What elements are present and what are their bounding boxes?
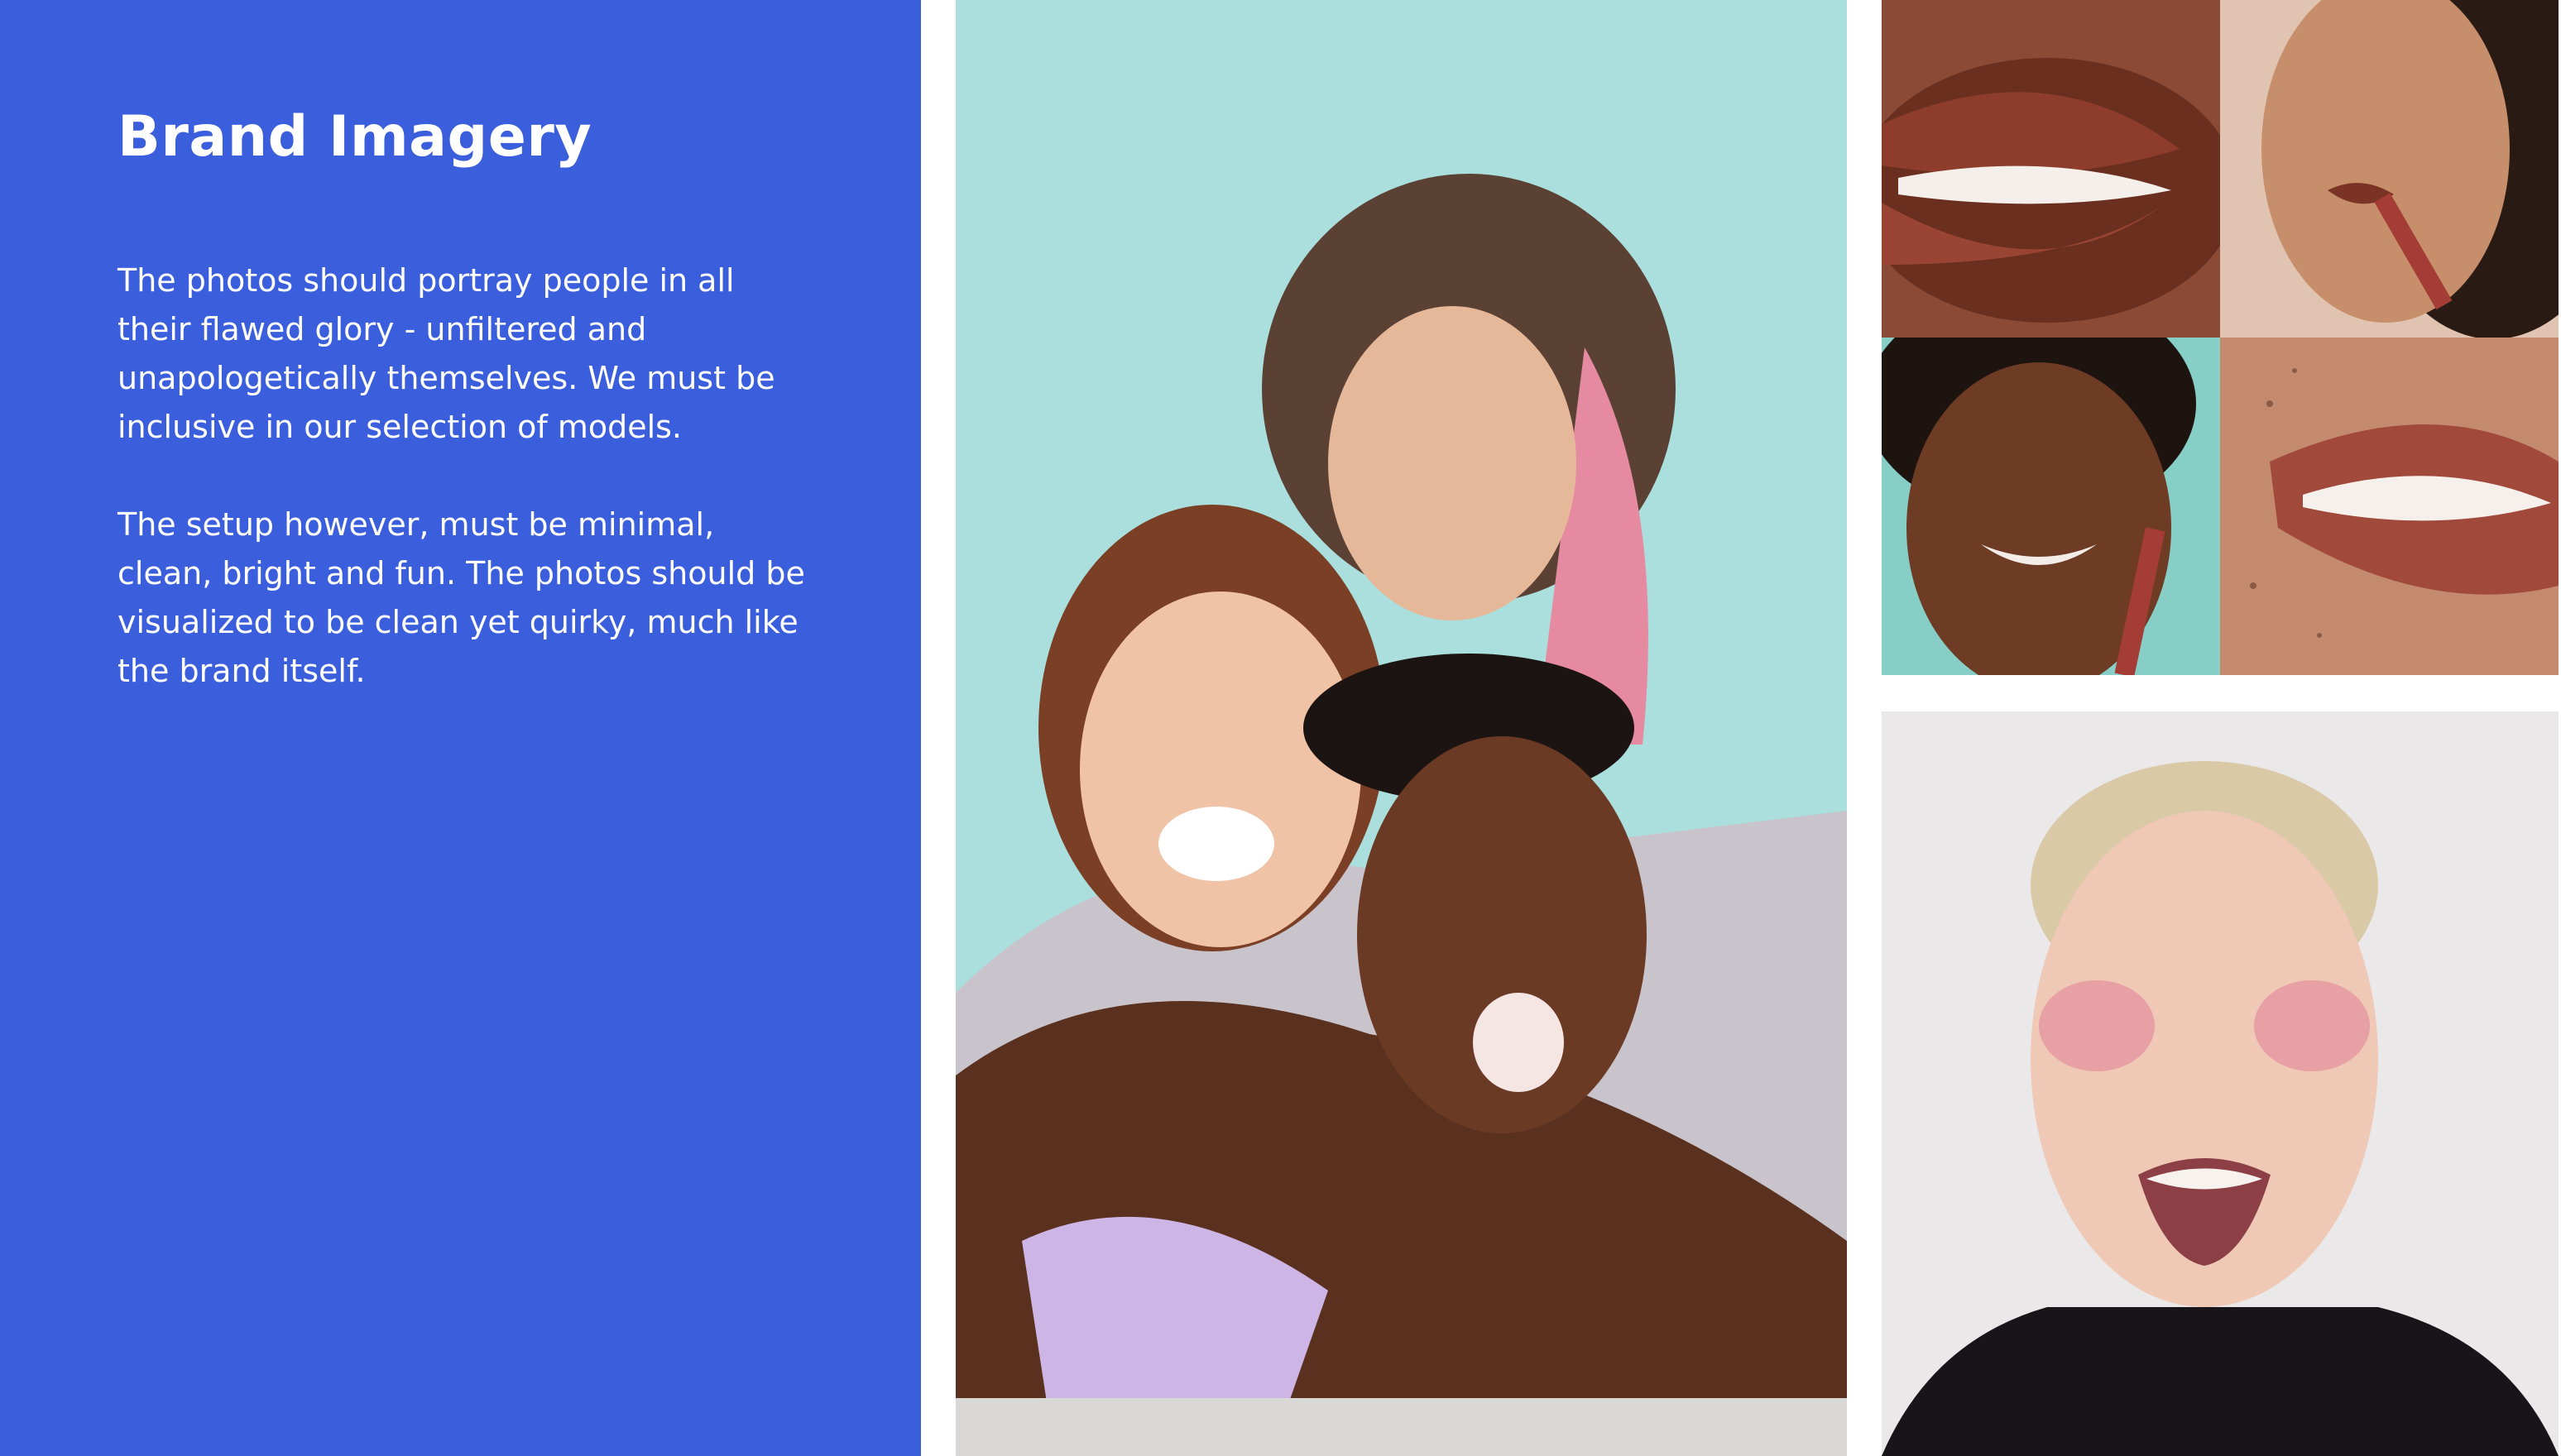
lips-closeup-freckles-photo	[2220, 338, 2559, 675]
body-paragraph-1: The photos should portray people in all …	[117, 262, 775, 445]
slide-title: Brand Imagery	[117, 104, 592, 170]
body-paragraph-2: The setup however, must be minimal, clea…	[117, 506, 805, 689]
lipstick-model-photo	[2220, 0, 2559, 338]
lips-closeup-photo	[1882, 0, 2220, 338]
smiling-model-photo	[1882, 338, 2220, 675]
buzzcut-portrait-photo	[1882, 711, 2559, 1456]
group-photo	[956, 0, 1847, 1456]
slide-body: The photos should portray people in all …	[117, 256, 813, 745]
text-panel: Brand Imagery The photos should portray …	[0, 0, 921, 1456]
